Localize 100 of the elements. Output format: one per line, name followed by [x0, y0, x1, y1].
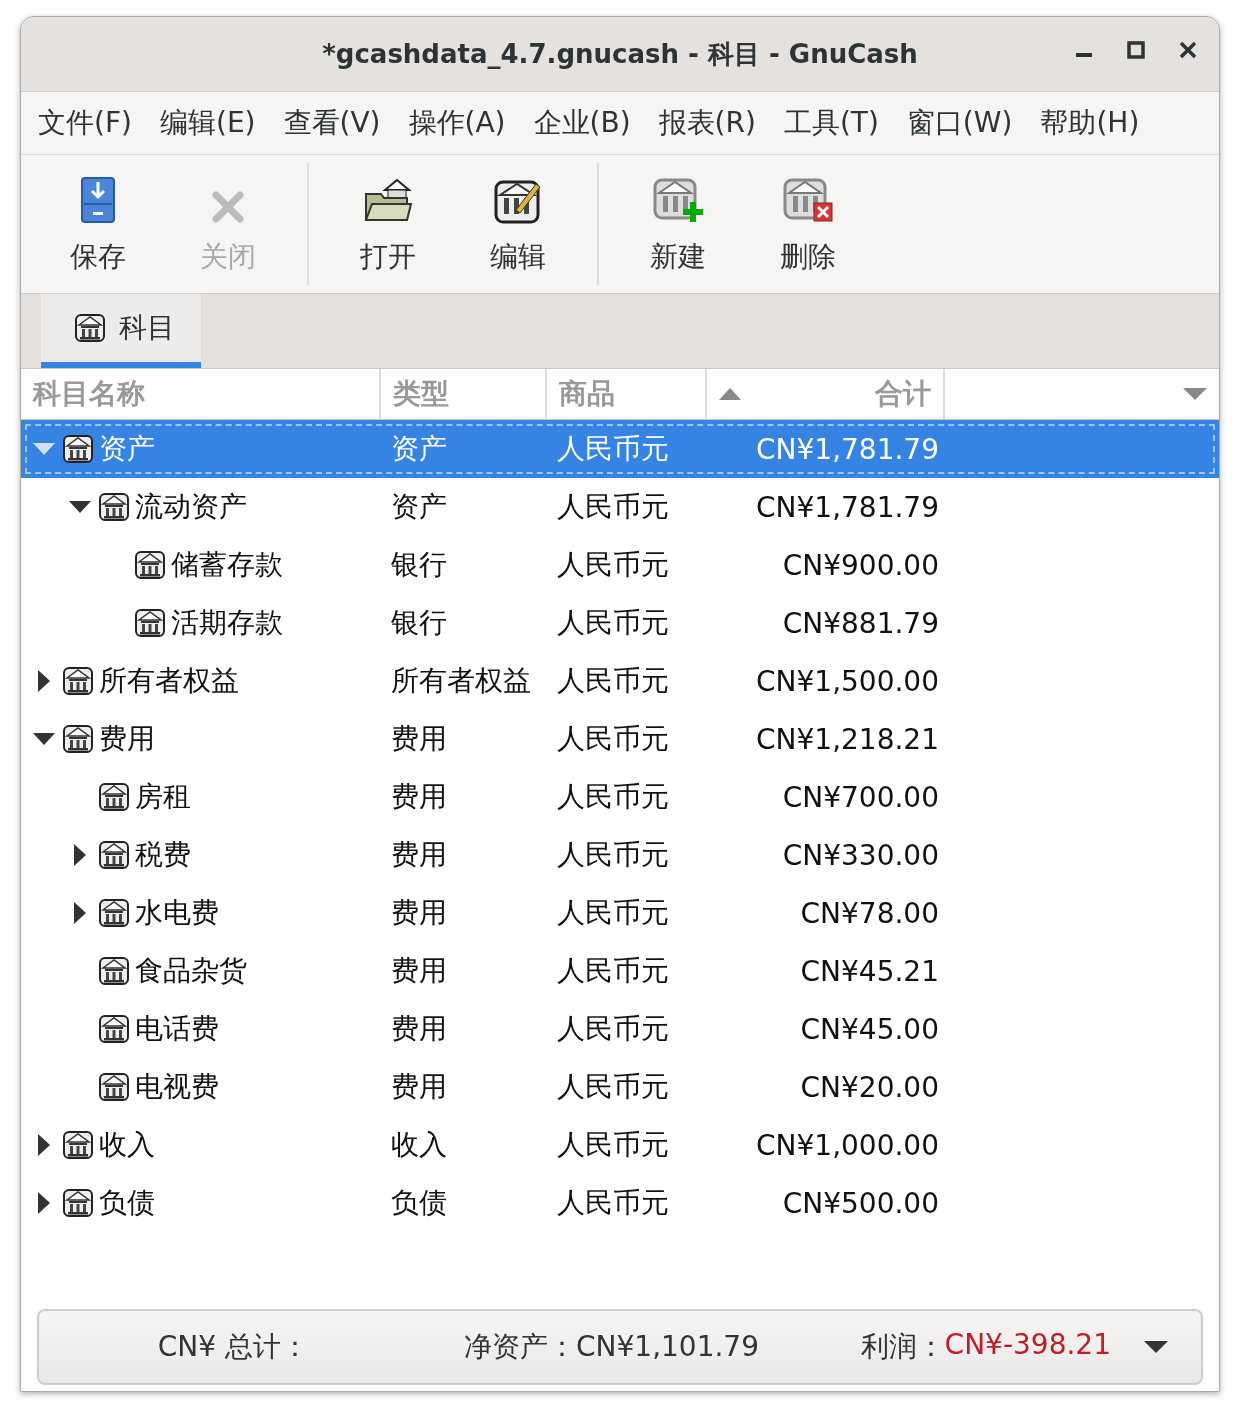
menu-item[interactable]: 窗口(W)	[895, 104, 1030, 142]
menu-item[interactable]: 企业(B)	[522, 104, 648, 142]
expander-arrow-icon[interactable]	[69, 501, 91, 513]
account-row[interactable]: 税费 费用 人民币元 CN¥330.00	[21, 826, 1219, 884]
expander-arrow-icon[interactable]	[74, 902, 86, 924]
account-type: 所有者权益	[390, 663, 532, 699]
toolbar-button[interactable]: 保存	[33, 155, 163, 293]
menu-item[interactable]: 操作(A)	[397, 104, 523, 142]
account-name: 水电费	[135, 895, 219, 931]
account-row[interactable]: 电话费 费用 人民币元 CN¥45.00	[21, 1000, 1219, 1058]
total-label: CN¥ 总计：	[156, 1329, 309, 1365]
tab[interactable]: 科目	[41, 294, 201, 368]
account-commodity: 人民币元	[556, 895, 670, 931]
account-type: 收入	[390, 1127, 448, 1163]
account-total: CN¥700.00	[781, 780, 940, 814]
account-name: 食品杂货	[135, 953, 247, 989]
close-icon[interactable]	[1179, 41, 1197, 59]
account-row[interactable]: 活期存款 银行 人民币元 CN¥881.79	[21, 594, 1219, 652]
account-type: 费用	[390, 779, 448, 815]
bank-icon	[63, 1188, 93, 1218]
toolbar-button[interactable]: 删除	[743, 155, 873, 293]
account-commodity: 人民币元	[556, 605, 670, 641]
bank-pencil-icon	[494, 178, 542, 224]
account-name: 电视费	[135, 1069, 219, 1105]
account-type: 费用	[390, 895, 448, 931]
bank-icon	[99, 1014, 129, 1044]
account-row[interactable]: 食品杂货 费用 人民币元 CN¥45.21	[21, 942, 1219, 1000]
menu-item[interactable]: 文件(F)	[27, 104, 149, 142]
bank-icon	[63, 434, 93, 464]
bank-icon	[99, 956, 129, 986]
account-type: 银行	[390, 547, 448, 583]
account-name: 电话费	[135, 1011, 219, 1047]
bank-plus-icon	[653, 176, 703, 224]
toolbar-button[interactable]: 打开	[323, 155, 453, 293]
account-total: CN¥330.00	[781, 838, 940, 872]
expander-arrow-icon[interactable]	[74, 844, 86, 866]
window-title: *gcashdata_4.7.gnucash - 科目 - GnuCash	[322, 37, 918, 71]
bank-icon	[99, 1072, 129, 1102]
toolbar-button[interactable]: 新建	[613, 155, 743, 293]
maximize-icon[interactable]	[1127, 41, 1145, 59]
bank-icon	[99, 840, 129, 870]
account-commodity: 人民币元	[556, 663, 670, 699]
account-type: 费用	[390, 953, 448, 989]
account-total: CN¥900.00	[781, 548, 940, 582]
account-type: 费用	[390, 721, 448, 757]
account-name: 所有者权益	[99, 663, 239, 699]
account-name: 资产	[99, 431, 155, 467]
dropdown-arrow-icon[interactable]	[1144, 1341, 1168, 1353]
menu-item[interactable]: 编辑(E)	[148, 104, 273, 142]
expander-arrow-icon[interactable]	[38, 670, 50, 692]
account-row[interactable]: 所有者权益 所有者权益 人民币元 CN¥1,500.00	[21, 652, 1219, 710]
expander-arrow-icon[interactable]	[33, 733, 55, 745]
bank-icon	[135, 550, 165, 580]
account-commodity: 人民币元	[556, 431, 670, 467]
account-row[interactable]: 房租 费用 人民币元 CN¥700.00	[21, 768, 1219, 826]
bank-icon	[99, 898, 129, 928]
account-commodity: 人民币元	[556, 721, 670, 757]
account-commodity: 人民币元	[556, 1127, 670, 1163]
net-assets: 净资产：CN¥1,101.79	[463, 1329, 759, 1365]
expander-arrow-icon[interactable]	[38, 1192, 50, 1214]
account-total: CN¥1,781.79	[755, 432, 940, 466]
account-row[interactable]: 资产 资产 人民币元 CN¥1,781.79	[21, 420, 1219, 478]
bank-delete-icon	[783, 176, 833, 224]
bank-icon	[63, 724, 93, 754]
account-row[interactable]: 流动资产 资产 人民币元 CN¥1,781.79	[21, 478, 1219, 536]
menu-item[interactable]: 工具(T)	[772, 104, 896, 142]
profit-label: 利润：	[860, 1329, 945, 1365]
account-row[interactable]: 电视费 费用 人民币元 CN¥20.00	[21, 1058, 1219, 1116]
account-type: 资产	[390, 489, 448, 525]
account-commodity: 人民币元	[556, 779, 670, 815]
account-name: 房租	[135, 779, 191, 815]
account-name: 流动资产	[135, 489, 247, 525]
account-name: 收入	[99, 1127, 155, 1163]
bank-icon	[75, 313, 105, 343]
menu-item[interactable]: 查看(V)	[272, 104, 398, 142]
bank-icon	[135, 608, 165, 638]
account-commodity: 人民币元	[556, 489, 670, 525]
account-commodity: 人民币元	[556, 1185, 670, 1221]
account-commodity: 人民币元	[556, 547, 670, 583]
account-total: CN¥45.00	[799, 1012, 940, 1046]
account-type: 费用	[390, 1069, 448, 1105]
account-commodity: 人民币元	[556, 1069, 670, 1105]
file-cabinet-icon	[80, 176, 116, 224]
close-icon	[211, 190, 245, 224]
toolbar-button[interactable]: 编辑	[453, 155, 583, 293]
menu-item[interactable]: 帮助(H)	[1029, 104, 1157, 142]
account-name: 负债	[99, 1185, 155, 1221]
account-row[interactable]: 费用 费用 人民币元 CN¥1,218.21	[21, 710, 1219, 768]
account-row[interactable]: 收入 收入 人民币元 CN¥1,000.00	[21, 1116, 1219, 1174]
menu-item[interactable]: 报表(R)	[647, 104, 773, 142]
account-type: 费用	[390, 837, 448, 873]
account-total: CN¥881.79	[781, 606, 940, 640]
account-name: 储蓄存款	[171, 547, 283, 583]
account-type: 负债	[390, 1185, 448, 1221]
account-name: 税费	[135, 837, 191, 873]
account-name: 费用	[99, 721, 155, 757]
expander-arrow-icon[interactable]	[38, 1134, 50, 1156]
account-row[interactable]: 水电费 费用 人民币元 CN¥78.00	[21, 884, 1219, 942]
account-row[interactable]: 负债 负债 人民币元 CN¥500.00	[21, 1174, 1219, 1232]
account-row[interactable]: 储蓄存款 银行 人民币元 CN¥900.00	[21, 536, 1219, 594]
